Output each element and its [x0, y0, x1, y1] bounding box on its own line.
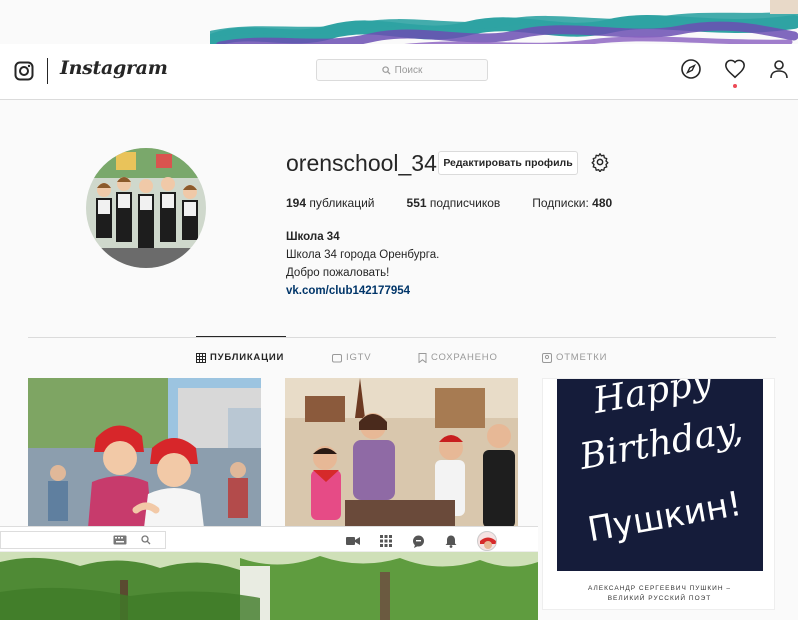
- grid-icon: [196, 352, 206, 363]
- edit-profile-button[interactable]: Редактировать профиль: [438, 151, 578, 175]
- overlay-toolbar: [0, 526, 538, 552]
- post-thumbnail[interactable]: [285, 378, 518, 528]
- post-caption: АЛЕКСАНДР СЕРГЕЕВИЧ ПУШКИН – ВЕЛИКИЙ РУС…: [543, 584, 774, 604]
- instagram-camera-icon[interactable]: [14, 61, 34, 81]
- bio-name: Школа 34: [286, 231, 340, 243]
- tab-igtv[interactable]: IGTV: [332, 352, 371, 363]
- search-icon: [381, 65, 391, 75]
- birthday-line-3: Пушкин!: [584, 483, 745, 551]
- person-icon[interactable]: [768, 58, 790, 80]
- tab-posts[interactable]: ПУБЛИКАЦИИ: [196, 352, 284, 363]
- profile-username: orenschool_34: [286, 150, 437, 176]
- followers-count: 551: [406, 196, 427, 210]
- tab-tagged[interactable]: ОТМЕТКИ: [542, 352, 607, 363]
- following-label: Подписки:: [532, 196, 589, 210]
- bio-line-1: Школа 34 города Оренбурга.: [286, 249, 440, 261]
- post-thumbnail-birthday[interactable]: Happy Birthday, Пушкин! АЛЕКСАНДР СЕРГЕЕ…: [542, 378, 775, 610]
- compass-icon[interactable]: [680, 58, 702, 80]
- video-camera-icon[interactable]: [346, 536, 360, 546]
- posts-count: 194: [286, 196, 307, 210]
- settings-gear-icon[interactable]: [590, 152, 610, 172]
- bottom-photo: [0, 552, 538, 620]
- tabs-divider: [28, 337, 776, 338]
- search-placeholder: Поиск: [394, 64, 423, 76]
- chat-icon[interactable]: [412, 535, 425, 548]
- caption-line-1: АЛЕКСАНДР СЕРГЕЕВИЧ ПУШКИН –: [588, 585, 731, 592]
- posts-label: публикаций: [309, 196, 375, 210]
- search-input[interactable]: Поиск: [316, 59, 488, 81]
- overlay-search-input[interactable]: [0, 531, 166, 549]
- followers-label: подписчиков: [429, 196, 501, 210]
- logo-separator: [47, 58, 48, 84]
- overlay-icons: [346, 531, 497, 551]
- tagged-icon: [542, 352, 552, 363]
- bio-link[interactable]: vk.com/club142177954: [286, 282, 439, 300]
- tv-icon: [332, 353, 342, 362]
- top-nav: Instagram Поиск: [0, 44, 798, 100]
- posts-stat: 194 публикаций: [286, 196, 375, 210]
- followers-stat[interactable]: 551 подписчиков: [407, 196, 501, 210]
- apps-grid-icon[interactable]: [380, 535, 392, 547]
- tab-saved-label: СОХРАНЕНО: [431, 352, 498, 363]
- bio-line-2: Добро пожаловать!: [286, 267, 390, 279]
- heart-icon[interactable]: [724, 58, 746, 80]
- birthday-card: Happy Birthday, Пушкин!: [557, 379, 763, 571]
- keyboard-icon[interactable]: [113, 535, 127, 545]
- bookmark-icon: [418, 352, 427, 363]
- search-icon[interactable]: [141, 535, 151, 545]
- caption-line-2: ВЕЛИКИЙ РУССКИЙ ПОЭТ: [607, 595, 712, 602]
- avatar[interactable]: [477, 531, 497, 551]
- notification-dot: [733, 84, 737, 88]
- tab-posts-label: ПУБЛИКАЦИИ: [210, 352, 285, 363]
- instagram-wordmark[interactable]: Instagram: [60, 57, 168, 79]
- following-count: 480: [592, 196, 613, 210]
- following-stat[interactable]: Подписки: 480: [532, 196, 612, 210]
- bell-icon[interactable]: [445, 535, 457, 548]
- profile-bio: Школа 34 Школа 34 города Оренбурга. Добр…: [286, 228, 439, 300]
- nav-icons: [680, 58, 790, 88]
- profile-avatar[interactable]: [86, 148, 206, 268]
- active-tab-indicator: [196, 336, 286, 337]
- post-thumbnail[interactable]: [28, 378, 261, 528]
- tab-tagged-label: ОТМЕТКИ: [556, 352, 608, 363]
- profile-stats: 194 публикаций 551 подписчиков Подписки:…: [286, 196, 644, 210]
- corner-thumbnail: [770, 0, 798, 14]
- activity-button[interactable]: [724, 58, 746, 88]
- tab-igtv-label: IGTV: [346, 352, 372, 363]
- tab-saved[interactable]: СОХРАНЕНО: [418, 352, 498, 363]
